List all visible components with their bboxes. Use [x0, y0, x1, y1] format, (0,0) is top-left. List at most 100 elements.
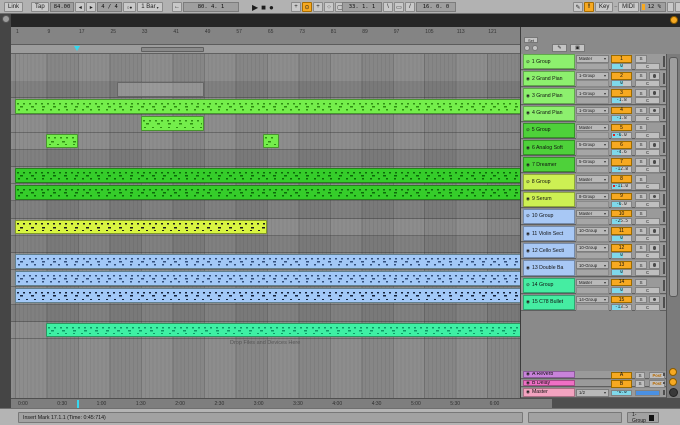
bar-label[interactable]: 105 — [425, 29, 433, 35]
time-label[interactable]: 1:30 — [136, 401, 146, 407]
arm-button[interactable] — [649, 89, 660, 97]
back-to-arrangement-button[interactable] — [670, 16, 678, 24]
key-map-button[interactable]: Key — [595, 2, 614, 12]
master-volume-field[interactable]: -6.0 — [611, 389, 632, 396]
pan-field[interactable]: C — [635, 183, 660, 191]
solo-button[interactable]: S — [635, 278, 647, 287]
solo-button[interactable]: S — [635, 55, 647, 63]
pan-field[interactable]: C — [635, 200, 660, 208]
master-track-name[interactable]: ◉ Master — [523, 388, 575, 397]
track-lane[interactable] — [11, 149, 520, 167]
track-header[interactable]: ◉ 15 C78 Bullet 14-Group ▾ 15 S -13.5 C — [521, 294, 680, 311]
clip[interactable] — [140, 116, 204, 132]
track-header[interactable]: ⊘ 5 Group Master ▾ 5 S -6.0 C — [521, 122, 680, 139]
set-button[interactable]: Set — [524, 37, 538, 43]
time-label[interactable]: 3:00 — [254, 401, 264, 407]
bar-label[interactable]: 17 — [79, 29, 85, 35]
solo-button[interactable]: S — [635, 123, 647, 132]
track-header[interactable]: ⊘ 1 Group Master ▾ 1 S 0 C — [521, 54, 680, 71]
input-chooser[interactable] — [576, 252, 609, 260]
volume-field[interactable]: -13.5 — [611, 303, 632, 311]
track-activator-button[interactable]: 14 — [611, 278, 632, 287]
track-name[interactable]: ◉ 9 Serum — [523, 191, 575, 207]
track-header[interactable]: ◉ 9 Serum 8-Group ▾ 9 S -6.0 C — [521, 191, 680, 208]
output-routing-chooser[interactable]: Master ▾ — [576, 55, 609, 63]
clip[interactable] — [15, 99, 520, 114]
clip[interactable] — [15, 185, 520, 200]
input-chooser[interactable] — [576, 183, 609, 191]
zoom-in-button[interactable] — [669, 368, 677, 376]
bar-label[interactable]: 9 — [47, 29, 50, 35]
clip[interactable] — [46, 133, 78, 149]
overview-toggle-button[interactable] — [669, 388, 678, 397]
pan-field[interactable]: C — [635, 149, 660, 156]
bar-label[interactable]: 81 — [331, 29, 337, 35]
track-activator-button[interactable]: 13 — [611, 261, 632, 269]
input-chooser[interactable] — [576, 63, 609, 70]
input-chooser[interactable] — [576, 217, 609, 225]
clip[interactable] — [15, 288, 520, 304]
track-lane[interactable] — [11, 304, 520, 322]
track-header[interactable]: ◉ 2 Grand Pian 1-Group ▾ 2 S 0 C — [521, 71, 680, 88]
volume-field[interactable]: 0 — [611, 80, 632, 88]
solo-button[interactable]: S — [635, 244, 647, 252]
bar-label[interactable]: 57 — [236, 29, 242, 35]
solo-button[interactable]: S — [635, 89, 647, 97]
punch-out-button[interactable]: / — [405, 2, 415, 12]
circle-toggle-a-button[interactable] — [524, 45, 530, 51]
arm-button[interactable] — [649, 141, 660, 149]
input-chooser[interactable] — [576, 131, 609, 139]
cpu-load-meter[interactable]: 12 % — [639, 2, 666, 12]
arrangement-lanes[interactable]: Drop Files and Devices Here 2/4 — [11, 54, 520, 398]
input-chooser[interactable] — [576, 149, 609, 156]
track-header[interactable]: ◉ Master 1/2 ▾ -6.0 — [521, 388, 680, 398]
track-activator-button[interactable]: 6 — [611, 141, 632, 149]
output-routing-chooser[interactable]: 5-Group ▾ — [576, 158, 609, 166]
group-fold-icon[interactable]: ⊘ — [526, 59, 530, 65]
loop-brace[interactable] — [140, 47, 204, 52]
track-header[interactable]: ◉ 11 Violin Sect 10-Group ▾ 11 S 0 C — [521, 226, 680, 243]
clip[interactable] — [262, 133, 279, 149]
track-lane[interactable] — [11, 235, 520, 253]
nudge-up-button[interactable]: ▸ — [86, 2, 97, 12]
beat-time-ruler[interactable]: 191725334149576573818997105113121129 — [11, 27, 520, 45]
volume-field[interactable]: 0 — [611, 286, 632, 294]
volume-field[interactable]: -6.0 — [611, 131, 632, 139]
input-chooser[interactable] — [576, 114, 609, 122]
browser-toggle-button[interactable] — [2, 15, 10, 23]
crossfader-field[interactable] — [635, 389, 660, 396]
cue-out-chooser[interactable]: 1/2 ▾ — [576, 389, 609, 397]
bar-label[interactable]: 113 — [457, 29, 465, 35]
track-name[interactable]: ⊘ 14 Group — [523, 277, 575, 293]
input-chooser[interactable] — [576, 286, 609, 294]
clip[interactable] — [15, 254, 520, 269]
scrollbar-thumb[interactable] — [669, 57, 678, 297]
track-name[interactable]: ◉ 6 Analog Soft — [523, 140, 575, 156]
solo-button[interactable]: S — [635, 175, 647, 183]
pan-field[interactable]: C — [635, 131, 660, 139]
return-track-name[interactable]: ◉ B Delay — [523, 379, 575, 386]
loop-switch-button[interactable]: ▭ — [394, 2, 404, 12]
computer-midi-keyboard-button[interactable]: ‼ — [584, 2, 594, 12]
input-chooser[interactable] — [576, 80, 609, 88]
arm-button[interactable] — [649, 192, 660, 201]
metronome-button[interactable]: ○● — [122, 2, 137, 12]
bar-label[interactable]: 33 — [142, 29, 148, 35]
play-button[interactable]: ▶ — [252, 3, 258, 12]
track-activator-button[interactable]: 9 — [611, 192, 632, 201]
clip[interactable] — [117, 82, 204, 97]
output-routing-chooser[interactable]: 10-Group ▾ — [576, 227, 609, 235]
stop-button[interactable]: ■ — [261, 3, 266, 12]
arm-button[interactable] — [649, 72, 660, 80]
pan-field[interactable]: C — [635, 269, 660, 277]
solo-button[interactable]: S — [635, 72, 647, 80]
volume-field[interactable]: 0 — [611, 252, 632, 260]
volume-field[interactable]: -12.8 — [611, 166, 632, 174]
time-label[interactable]: 6:00 — [490, 401, 500, 407]
volume-field[interactable]: -11.0 — [611, 183, 632, 191]
solo-button[interactable]: S — [635, 192, 647, 201]
input-chooser[interactable] — [576, 303, 609, 311]
track-activator-button[interactable]: 7 — [611, 158, 632, 166]
output-routing-chooser[interactable]: 10-Group ▾ — [576, 244, 609, 252]
track-activator-button[interactable]: 1 — [611, 55, 632, 63]
